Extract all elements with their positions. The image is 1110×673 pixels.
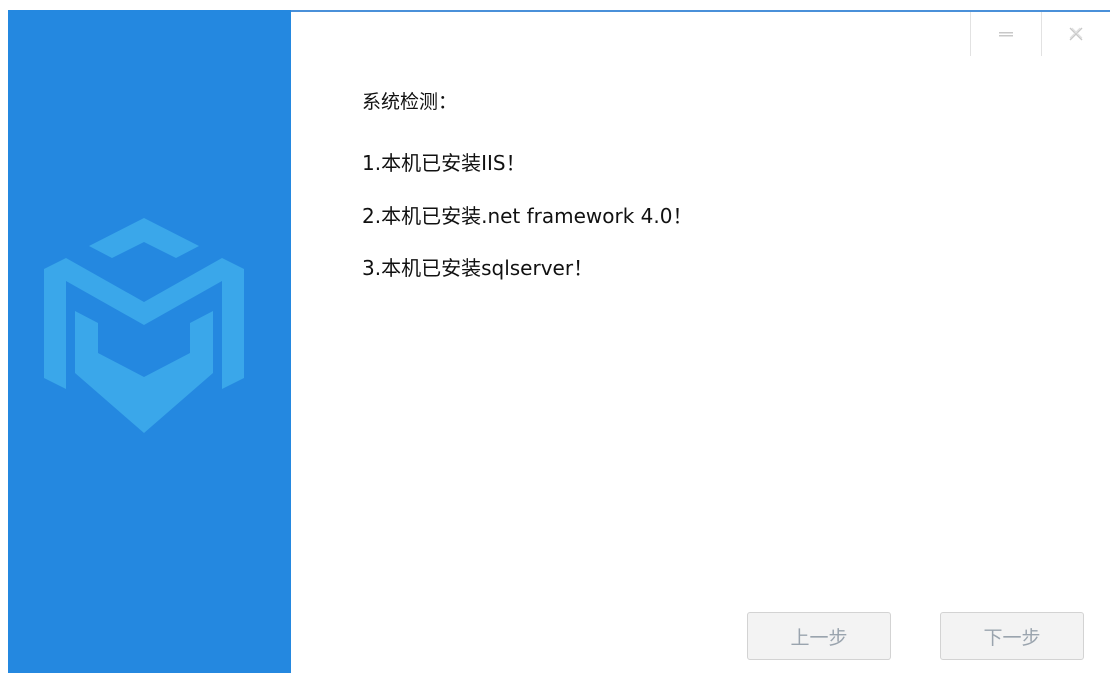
minimize-icon	[999, 32, 1013, 37]
cube-m-logo-icon	[44, 218, 244, 433]
window-controls	[970, 12, 1110, 56]
check-item-iis: 1.本机已安装IIS！	[362, 151, 526, 175]
minimize-button[interactable]	[970, 12, 1041, 56]
check-item-sqlserver: 3.本机已安装sqlserver！	[362, 256, 594, 280]
previous-button[interactable]: 上一步	[747, 612, 891, 660]
page-title: 系统检测：	[362, 91, 458, 113]
close-button[interactable]	[1041, 12, 1110, 56]
next-button[interactable]: 下一步	[940, 612, 1084, 660]
check-item-dotnet: 2.本机已安装.net framework 4.0！	[362, 204, 693, 228]
close-icon	[1069, 27, 1083, 41]
installer-window: 系统检测： 1.本机已安装IIS！ 2.本机已安装.net framework …	[0, 0, 1110, 673]
sidebar-panel	[8, 10, 291, 673]
